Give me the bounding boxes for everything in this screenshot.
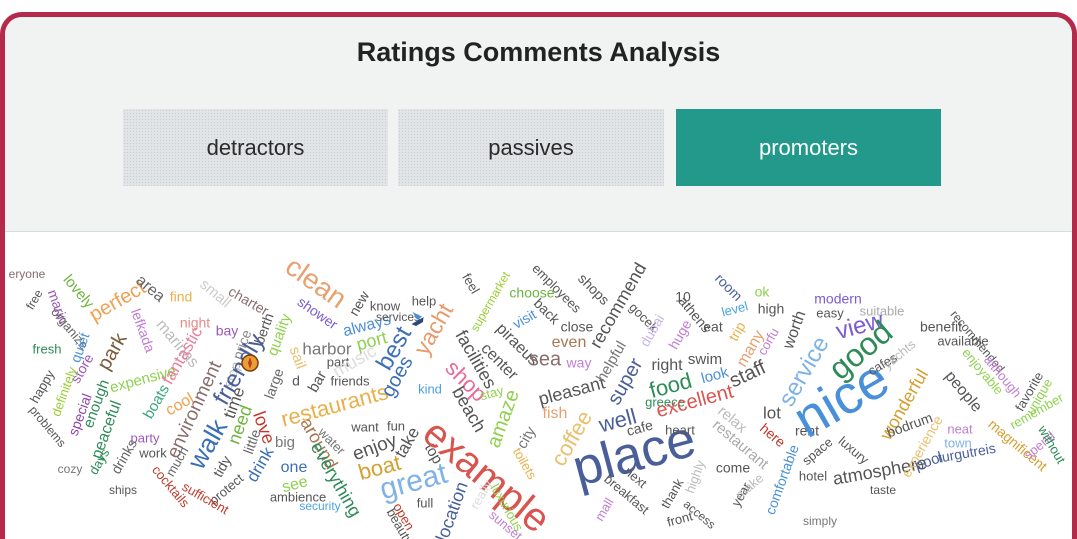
- cloud-word-mall: mall: [592, 495, 617, 523]
- cloud-word-security: security: [299, 499, 340, 513]
- cloud-word-huge: huge: [665, 317, 695, 352]
- cloud-word-hotel: hotel: [799, 468, 827, 483]
- app-frame: Ratings Comments Analysis detractors pas…: [0, 12, 1077, 539]
- cloud-word-park: park: [93, 328, 132, 374]
- cloud-word-suitable: suitable: [860, 303, 905, 318]
- cloud-word-lefkada: lefkada: [128, 307, 159, 355]
- cloud-word-kind: kind: [418, 381, 442, 396]
- cloud-word-big: big: [275, 434, 295, 451]
- cloud-word-taste: taste: [870, 483, 896, 497]
- cloud-word-way: way: [566, 355, 592, 371]
- cloud-word-find: find: [170, 289, 193, 305]
- cloud-word-close: close: [561, 319, 594, 335]
- cloud-word-large: large: [261, 366, 287, 401]
- cloud-word-ok: ok: [755, 284, 771, 300]
- cloud-word-fish: fish: [543, 405, 568, 422]
- cloud-word-cozy: cozy: [58, 462, 83, 476]
- cloud-word-d: d: [292, 373, 300, 389]
- cloud-word-full: full: [417, 495, 434, 510]
- cloud-word-modern: modern: [814, 291, 861, 307]
- cloud-word-drinks: drinks: [108, 436, 141, 476]
- cloud-word-bay: bay: [216, 323, 239, 339]
- cloud-word-want: want: [350, 419, 379, 434]
- tab-promoters[interactable]: promoters: [676, 109, 941, 186]
- cloud-word-town: town: [944, 435, 971, 450]
- cloud-word-come: come: [716, 460, 750, 476]
- word-cloud: eryone free lovely marin organize fresh quiet s…: [5, 232, 1072, 539]
- cloud-word-heart: heart: [665, 422, 695, 437]
- cloud-word-feel: feel: [459, 271, 483, 297]
- word-cloud-canvas: eryonefree lovelymarinorganizefresh quiets…: [9, 250, 1069, 539]
- tab-detractors[interactable]: detractors: [123, 109, 388, 186]
- cloud-word-level: level: [720, 298, 750, 319]
- cloud-word-neat: neat: [947, 421, 973, 436]
- cloud-word-sea: sea: [529, 348, 562, 370]
- header: Ratings Comments Analysis detractors pas…: [5, 17, 1072, 232]
- cloud-word-eryone: eryone: [9, 267, 46, 281]
- cloud-word-comfortable: comfortable: [762, 442, 802, 516]
- cloud-word-high: high: [758, 301, 784, 317]
- page-title: Ratings Comments Analysis: [356, 37, 721, 67]
- cloud-word-corfu: corfu: [754, 325, 781, 358]
- cloud-word-bar: bar: [305, 368, 331, 395]
- cloud-word-free: free: [23, 287, 46, 312]
- cloud-word-lot: lot: [763, 403, 781, 422]
- cloud-word-services: services: [376, 310, 420, 324]
- cloud-word-eat: eat: [703, 319, 723, 335]
- cloud-word-even: even: [552, 334, 587, 351]
- cloud-word-simply: simply: [803, 514, 837, 528]
- tab-passives[interactable]: passives: [398, 109, 664, 186]
- compass-icon: [241, 354, 259, 372]
- cloud-word-fresh: fresh: [33, 341, 62, 356]
- cloud-word-ships: ships: [109, 483, 137, 497]
- cloud-word-here: here: [757, 420, 789, 450]
